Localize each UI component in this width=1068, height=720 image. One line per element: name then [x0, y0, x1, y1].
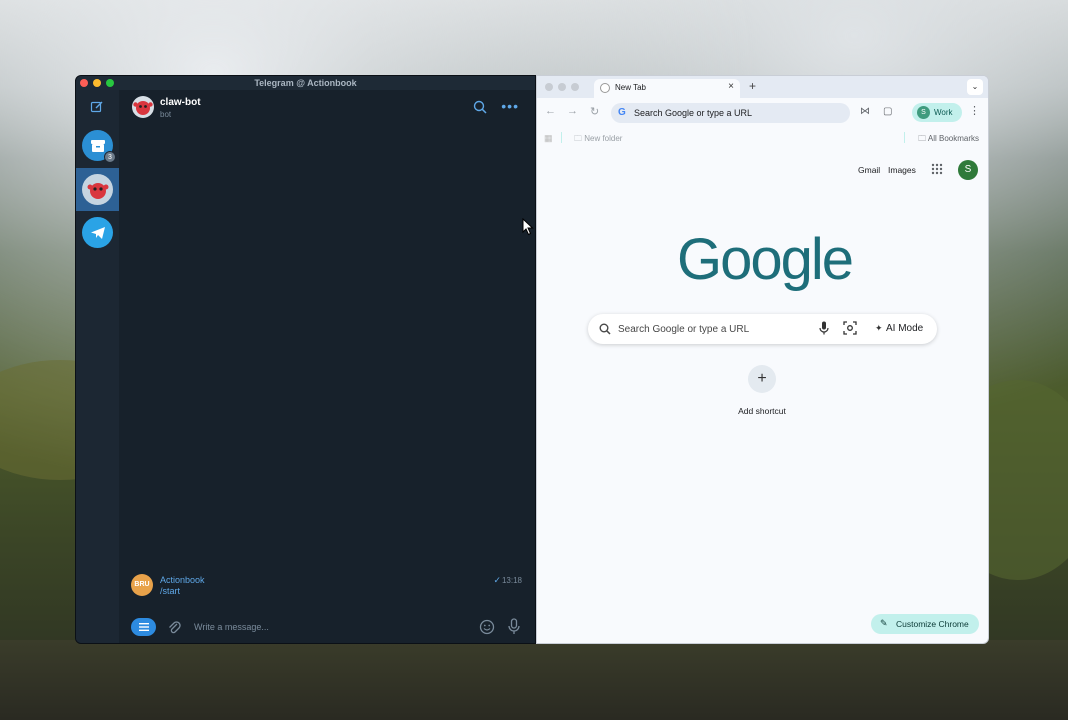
new-tab-icon[interactable]: + — [749, 79, 756, 93]
forward-icon[interactable]: → — [567, 105, 578, 117]
plus-icon: + — [748, 365, 776, 393]
back-icon[interactable]: ← — [545, 105, 556, 117]
bookmark-folder-label: New folder — [584, 134, 623, 143]
sender-avatar: BRU — [131, 574, 153, 596]
archive-chat-item[interactable]: 3 — [82, 130, 116, 163]
google-apps-icon[interactable] — [931, 162, 943, 180]
bookmark-folder[interactable]: 🗀 New folder — [574, 133, 622, 147]
account-avatar[interactable]: S — [958, 160, 978, 180]
minimize-window-button[interactable] — [93, 79, 101, 87]
menu-icon — [138, 623, 149, 631]
extensions-puzzle-icon[interactable]: ▢ — [883, 106, 892, 117]
window-controls — [545, 83, 579, 91]
profile-avatar: S — [917, 106, 930, 119]
compose-icon[interactable] — [90, 100, 104, 117]
crab-avatar-icon — [133, 101, 153, 115]
close-window-button[interactable] — [545, 83, 553, 91]
chat-folder-sidebar: 3 — [76, 90, 119, 643]
customize-chrome-button[interactable]: ✎ Customize Chrome — [871, 614, 979, 634]
attach-icon[interactable] — [167, 619, 181, 640]
address-input[interactable] — [634, 105, 834, 121]
google-lens-icon[interactable] — [843, 321, 857, 340]
images-link[interactable]: Images — [888, 165, 916, 175]
tab-strip: New Tab × + ⌄ — [537, 76, 988, 98]
tab-new-tab[interactable]: New Tab × — [594, 79, 740, 98]
ntp-search-input[interactable] — [618, 321, 808, 337]
chat-avatar[interactable] — [132, 96, 154, 118]
telegram-chat-item[interactable] — [82, 217, 113, 248]
apps-grid-icon[interactable]: ▦ — [544, 133, 553, 144]
archive-icon — [90, 139, 105, 152]
voice-search-icon[interactable] — [819, 321, 829, 340]
claw-bot-chat-item[interactable] — [82, 174, 113, 205]
google-logo: Google — [677, 227, 854, 292]
background-ground — [0, 640, 1068, 720]
search-icon[interactable] — [473, 100, 487, 119]
more-options-icon[interactable]: ••• — [501, 98, 519, 114]
reload-icon[interactable]: ↻ — [590, 105, 599, 118]
microphone-icon[interactable] — [508, 618, 520, 640]
window-controls — [80, 79, 114, 87]
message-time: 13:18 — [501, 576, 522, 585]
zoom-window-button[interactable] — [106, 79, 114, 87]
close-window-button[interactable] — [80, 79, 88, 87]
bookmarks-separator — [561, 132, 562, 143]
chrome-menu-icon[interactable]: ⋮ — [969, 104, 980, 117]
chrome-favicon-icon — [600, 83, 610, 93]
close-tab-icon[interactable]: × — [728, 81, 734, 92]
message-item[interactable]: BRU Actionbook /start ✓ 13:18 — [131, 573, 529, 601]
telegram-titlebar: Telegram @ Actionbook — [76, 76, 535, 90]
window-title: Telegram @ Actionbook — [254, 78, 357, 88]
toolbar: ← → ↻ G ⋈ ▢ S Work ⋮ — [537, 98, 988, 128]
zoom-window-button[interactable] — [571, 83, 579, 91]
tab-search-dropdown-icon[interactable]: ⌄ — [967, 79, 983, 95]
ai-mode-button[interactable]: ✦ AI Mode — [869, 319, 929, 339]
bookmarks-bar: ▦ 🗀 New folder 🗀 All Bookmarks — [537, 128, 988, 148]
ai-mode-sparkle-icon: ✦ — [875, 323, 883, 333]
search-icon — [599, 322, 611, 340]
add-shortcut-button[interactable]: + Add shortcut — [731, 365, 793, 417]
message-text: /start — [160, 586, 181, 596]
mouse-cursor-icon — [522, 217, 534, 241]
double-check-icon: ✓ — [493, 575, 501, 585]
google-g-icon: G — [618, 107, 626, 118]
bot-menu-button[interactable] — [131, 618, 156, 636]
chat-status: bot — [160, 110, 172, 119]
ntp-search-box[interactable]: ✦ AI Mode — [588, 314, 937, 344]
profile-label: Work — [934, 108, 953, 117]
chat-name[interactable]: claw-bot — [160, 97, 201, 108]
pencil-icon: ✎ — [880, 618, 888, 628]
profile-button[interactable]: S Work — [912, 103, 962, 122]
minimize-window-button[interactable] — [558, 83, 566, 91]
all-bookmarks-button[interactable]: 🗀 All Bookmarks — [918, 133, 979, 147]
paper-plane-icon — [90, 226, 105, 239]
chrome-window: New Tab × + ⌄ ← → ↻ G ⋈ ▢ S Work ⋮ ▦ 🗀 N… — [536, 75, 989, 644]
address-bar[interactable]: G — [611, 103, 850, 123]
tab-title: New Tab — [615, 83, 646, 92]
message-input[interactable] — [194, 618, 454, 636]
all-bookmarks-label: All Bookmarks — [927, 134, 979, 143]
add-shortcut-label: Add shortcut — [738, 406, 786, 416]
message-composer — [119, 611, 535, 643]
gmail-link[interactable]: Gmail — [858, 165, 880, 175]
telegram-window: Telegram @ Actionbook 3 claw-bot bot •••… — [75, 75, 536, 644]
customize-chrome-label: Customize Chrome — [896, 619, 969, 629]
ai-mode-label: AI Mode — [886, 323, 924, 334]
bookmarks-separator — [904, 132, 905, 143]
sender-name: Actionbook — [160, 575, 205, 585]
emoji-icon[interactable] — [479, 619, 495, 640]
extension-bowtie-icon[interactable]: ⋈ — [860, 106, 870, 117]
chat-header: claw-bot bot ••• — [119, 90, 535, 124]
crab-avatar-icon — [87, 182, 108, 199]
unread-badge: 3 — [104, 151, 116, 163]
